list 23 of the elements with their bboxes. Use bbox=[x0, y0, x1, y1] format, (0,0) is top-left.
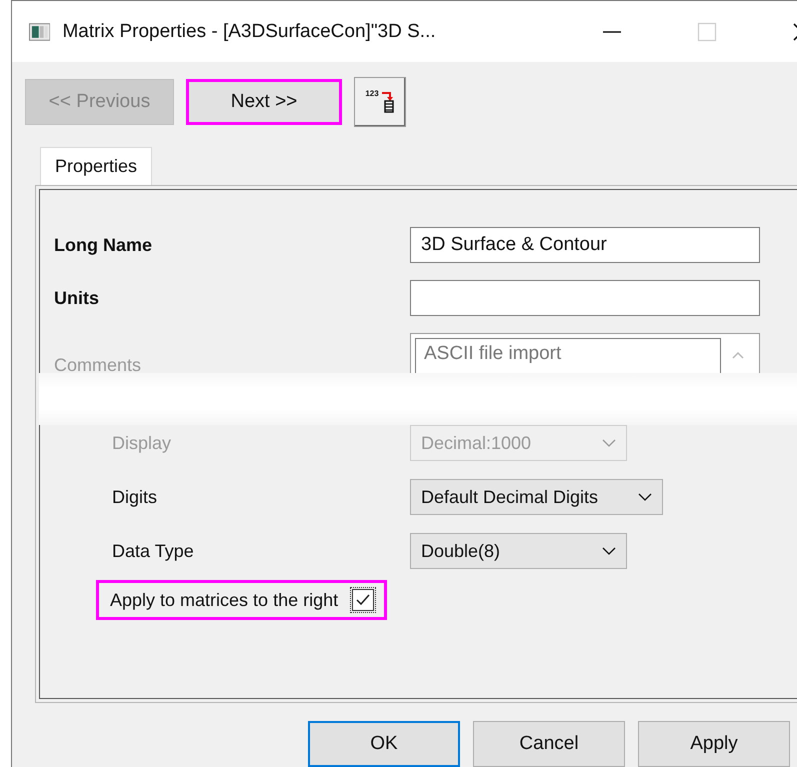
chevron-down-icon bbox=[638, 493, 652, 501]
dropdown[interactable]: Double(8) bbox=[410, 533, 627, 569]
cancel-button[interactable]: Cancel bbox=[473, 721, 625, 767]
field-label: Digits bbox=[112, 486, 158, 508]
field-label: Data Type bbox=[112, 540, 195, 562]
checkbox-option[interactable]: Apply to matrices to the right bbox=[96, 580, 388, 620]
chevron-down-icon bbox=[602, 547, 616, 555]
chevron-down-icon bbox=[602, 439, 616, 447]
field-label: Long Name bbox=[54, 234, 154, 256]
ok-button[interactable]: OK bbox=[308, 721, 460, 767]
field-label: Comments bbox=[54, 355, 142, 376]
next-button[interactable]: Next >> bbox=[186, 79, 342, 125]
dropdown[interactable]: Default Decimal Digits bbox=[410, 479, 664, 515]
number-format-button[interactable]: 123 bbox=[354, 77, 406, 127]
apply-button[interactable]: Apply bbox=[638, 721, 790, 767]
field-label: Units bbox=[54, 288, 100, 308]
field-label: Display bbox=[112, 432, 172, 454]
text-field[interactable] bbox=[410, 280, 760, 316]
properties-tab[interactable]: Properties bbox=[40, 147, 152, 185]
app-icon bbox=[29, 22, 50, 40]
window-title: Matrix Properties - [A3DSurfaceCon]"3D S... bbox=[62, 20, 437, 42]
text-field[interactable]: 3D Surface & Contour bbox=[410, 227, 760, 263]
checkbox[interactable] bbox=[352, 589, 374, 611]
